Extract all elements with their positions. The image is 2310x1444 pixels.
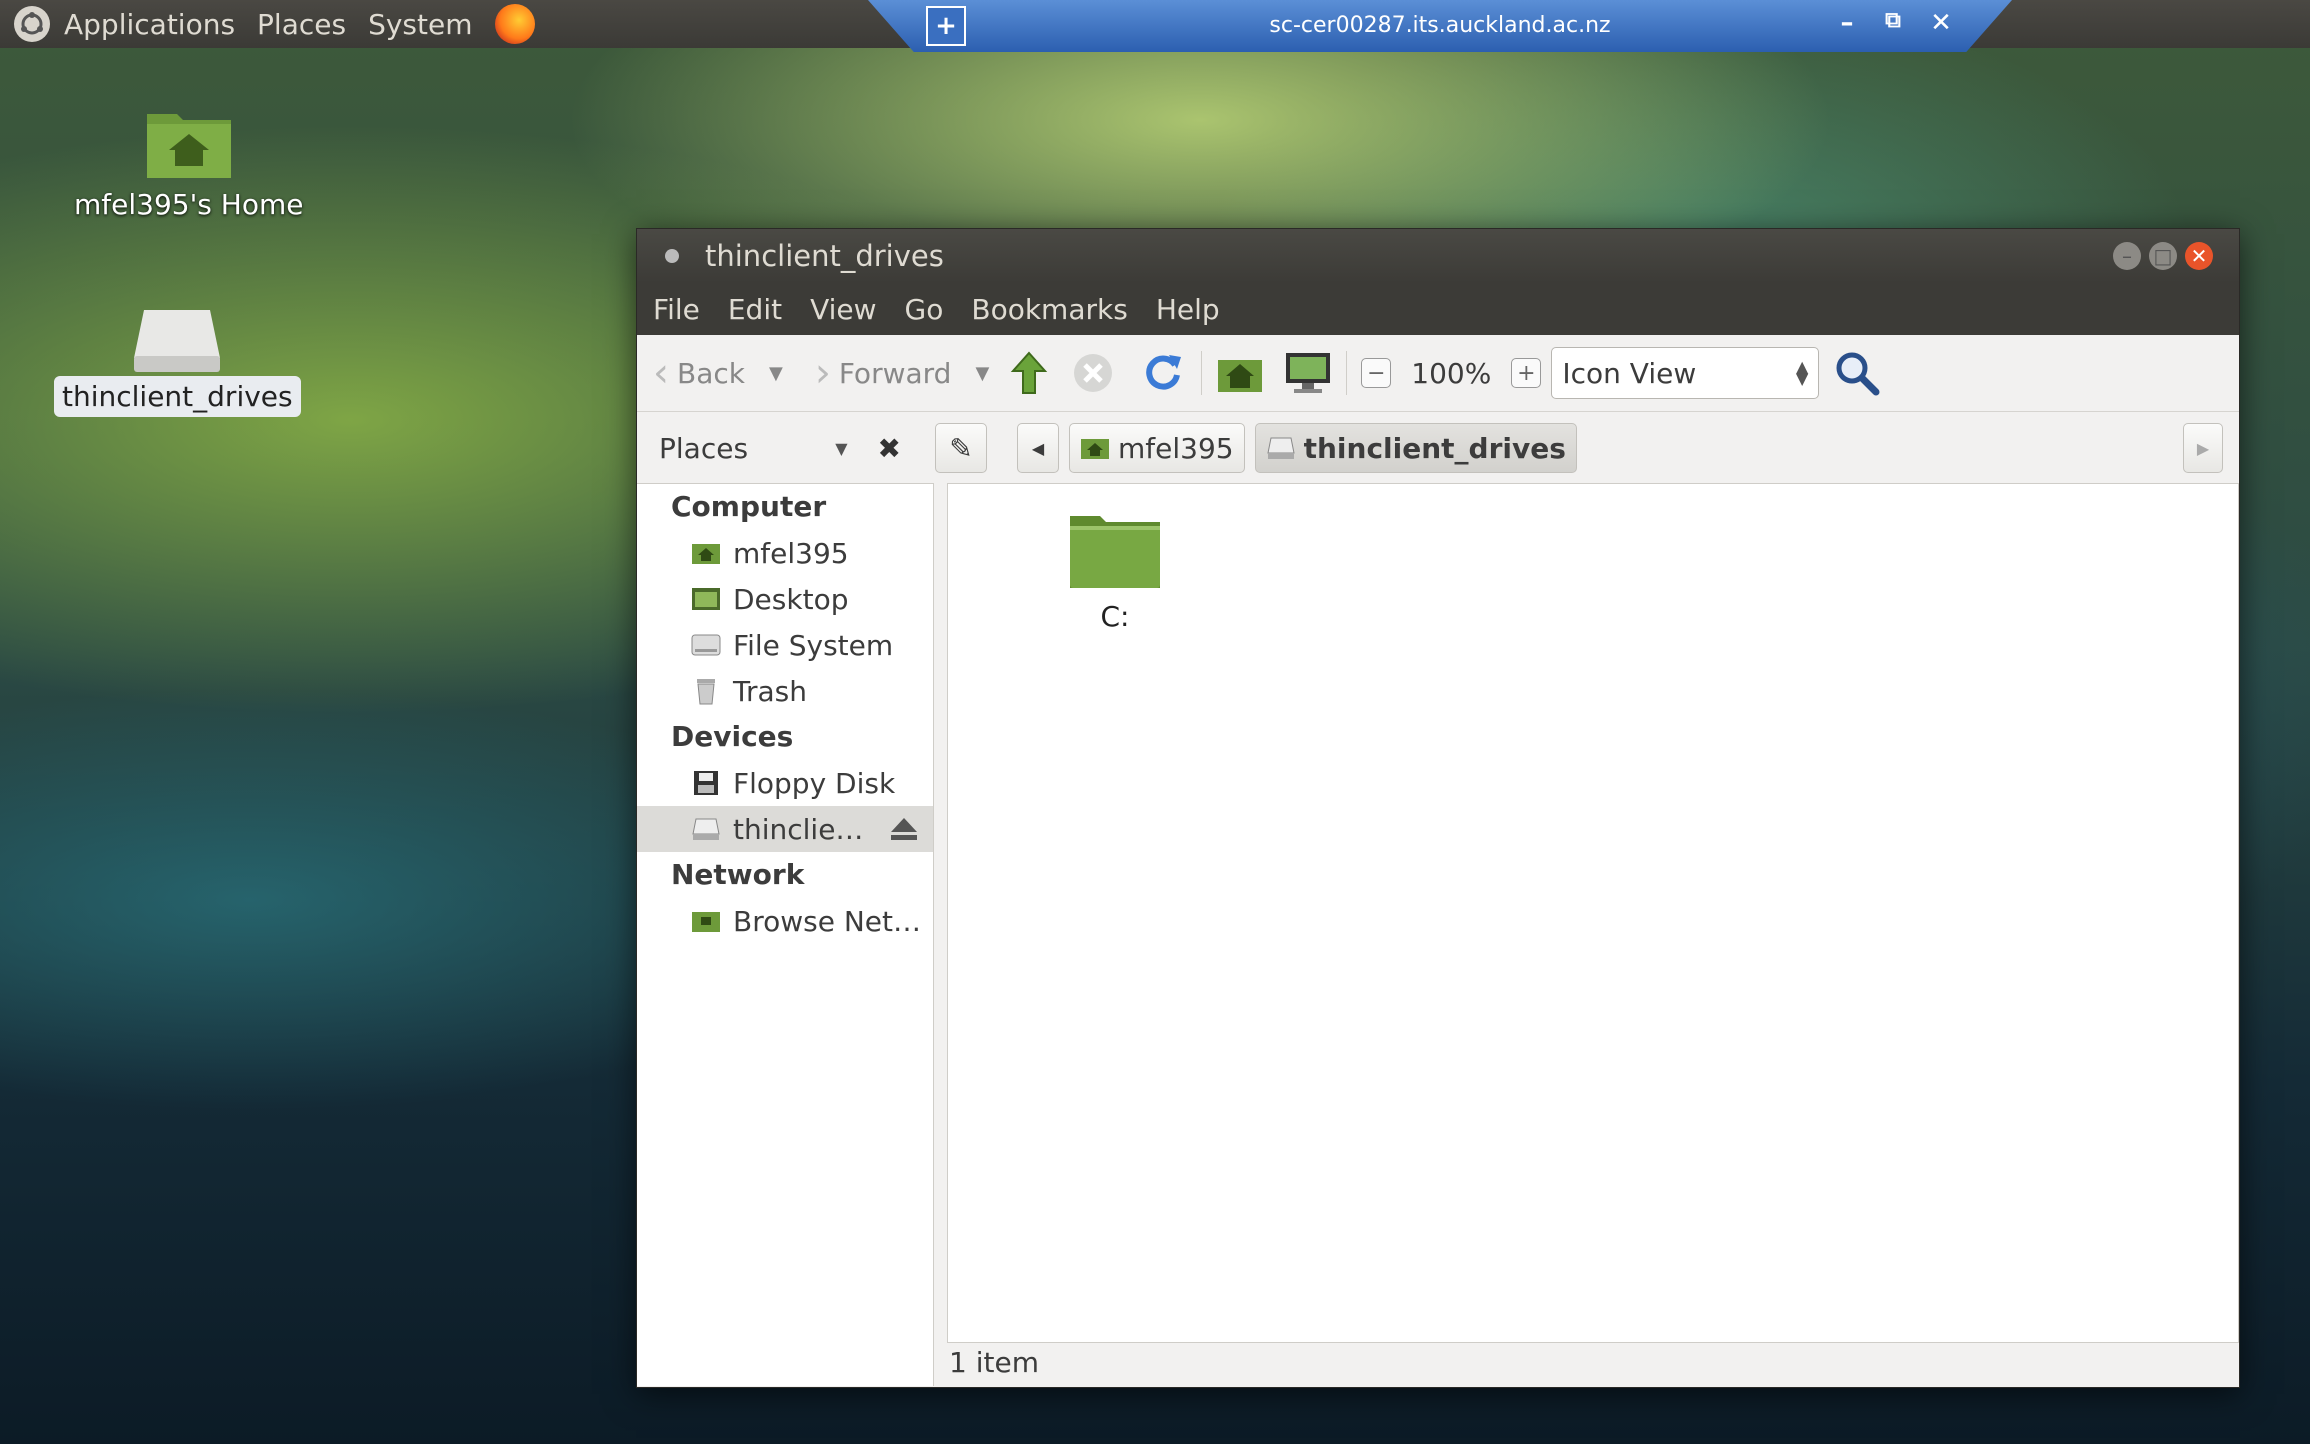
- sidebar-item-label: thinclie…: [733, 812, 864, 846]
- desktop-home-icon[interactable]: mfel395's Home: [66, 104, 311, 225]
- sidebar-header: Places ▼ ✖: [637, 432, 917, 465]
- window-titlebar[interactable]: thinclient_drives – □ ✕: [637, 229, 2239, 283]
- close-sidebar-icon[interactable]: ✖: [878, 432, 901, 465]
- sidebar-item-floppy[interactable]: Floppy Disk: [637, 760, 933, 806]
- desktop-drive-label: thinclient_drives: [54, 376, 301, 417]
- spinner-icon: ▲ ▼: [1796, 357, 1809, 388]
- menubar: File Edit View Go Bookmarks Help: [637, 283, 2239, 335]
- back-label: Back: [677, 356, 745, 390]
- applications-menu[interactable]: Applications: [64, 8, 235, 41]
- firefox-icon[interactable]: [494, 4, 535, 44]
- chevron-right-icon: ›: [814, 350, 831, 396]
- menu-file[interactable]: File: [653, 293, 700, 326]
- close-icon[interactable]: ✕: [1926, 8, 1956, 38]
- sidebar-item-thinclient[interactable]: thinclie…: [637, 806, 933, 852]
- separator: [1346, 351, 1348, 395]
- breadcrumb-label: thinclient_drives: [1303, 431, 1566, 465]
- rdp-connection-bar: + sc-cer00287.its.auckland.ac.nz – ⧉ ✕: [868, 0, 2012, 52]
- back-dropdown-icon[interactable]: ▼: [769, 363, 783, 384]
- menu-edit[interactable]: Edit: [728, 293, 782, 326]
- status-bar: 1 item: [949, 1346, 1039, 1379]
- computer-icon[interactable]: [1284, 349, 1332, 397]
- breadcrumb-left-icon[interactable]: ◀: [1017, 423, 1059, 473]
- separator: [1201, 351, 1203, 395]
- sidebar-item-desktop[interactable]: Desktop: [637, 576, 933, 622]
- minimize-icon[interactable]: –: [1832, 8, 1862, 38]
- stop-icon[interactable]: [1069, 349, 1117, 397]
- menu-view[interactable]: View: [810, 293, 876, 326]
- sidebar-item-trash[interactable]: Trash: [637, 668, 933, 714]
- trash-icon: [691, 677, 721, 705]
- menu-help[interactable]: Help: [1156, 293, 1220, 326]
- places-sidebar: Computer mfel395 Desktop File System Tra…: [637, 483, 934, 1386]
- breadcrumb-mfel395[interactable]: mfel395: [1069, 423, 1245, 473]
- drive-icon: [1266, 437, 1295, 459]
- drive-icon: [691, 815, 721, 843]
- zoom-out-icon[interactable]: −: [1361, 358, 1392, 388]
- sidebar-item-label: Browse Net…: [733, 904, 922, 938]
- view-mode-value: Icon View: [1562, 356, 1697, 390]
- floppy-icon: [691, 769, 721, 797]
- menu-go[interactable]: Go: [905, 293, 944, 326]
- zoom-in-icon[interactable]: +: [1511, 358, 1542, 388]
- sidebar-section-network: Network: [671, 858, 805, 891]
- menu-bookmarks[interactable]: Bookmarks: [971, 293, 1127, 326]
- sidebar-item-label: Floppy Disk: [733, 766, 896, 800]
- forward-dropdown-icon[interactable]: ▼: [975, 363, 989, 384]
- system-menu[interactable]: System: [368, 8, 472, 41]
- window-menu-icon[interactable]: [665, 249, 679, 263]
- reload-icon[interactable]: [1139, 349, 1187, 397]
- forward-button[interactable]: › Forward ▼: [799, 350, 989, 396]
- close-icon[interactable]: ✕: [2185, 242, 2213, 270]
- location-bar: Places ▼ ✖ ✎ ◀ mfel395 thinclient_drives…: [637, 412, 2239, 484]
- sidebar-item-home[interactable]: mfel395: [637, 530, 933, 576]
- search-icon[interactable]: [1833, 349, 1881, 397]
- sidebar-item-browse-network[interactable]: Browse Net…: [637, 898, 933, 944]
- minimize-icon[interactable]: –: [2113, 242, 2141, 270]
- sidebar-item-label: Trash: [733, 674, 807, 708]
- desktop-home-label: mfel395's Home: [74, 188, 304, 221]
- file-item[interactable]: C:: [1068, 510, 1162, 633]
- breadcrumb-thinclient-drives[interactable]: thinclient_drives: [1254, 423, 1577, 473]
- view-mode-select[interactable]: Icon View ▲ ▼: [1551, 347, 1820, 399]
- back-button[interactable]: ‹ Back ▼: [637, 350, 783, 396]
- sidebar-type-label: Places: [659, 431, 749, 465]
- sidebar-item-filesystem[interactable]: File System: [637, 622, 933, 668]
- restore-icon[interactable]: ⧉: [1878, 8, 1908, 33]
- folder-icon: [1070, 516, 1160, 588]
- harddisk-icon: [691, 631, 721, 659]
- network-folder-icon: [691, 907, 721, 935]
- sidebar-item-label: Desktop: [733, 582, 849, 616]
- home-folder-icon: [691, 539, 721, 567]
- sidebar-item-label: mfel395: [733, 536, 849, 570]
- window-title: thinclient_drives: [705, 239, 944, 273]
- sidebar-item-label: File System: [733, 628, 894, 662]
- breadcrumb-label: mfel395: [1118, 431, 1234, 465]
- chevron-left-icon: ‹: [653, 350, 669, 396]
- home-icon[interactable]: [1216, 349, 1264, 397]
- sidebar-type-dropdown-icon[interactable]: ▼: [835, 439, 847, 458]
- zoom-level: 100%: [1411, 356, 1492, 390]
- edit-location-icon[interactable]: ✎: [935, 423, 987, 473]
- forward-label: Forward: [838, 356, 952, 390]
- sidebar-section-devices: Devices: [671, 720, 794, 753]
- desktop-icon: [691, 585, 721, 613]
- places-menu[interactable]: Places: [257, 8, 346, 41]
- desktop-drive-icon[interactable]: thinclient_drives: [54, 304, 301, 417]
- file-manager-window: thinclient_drives – □ ✕ File Edit View G…: [636, 228, 2240, 1388]
- file-name: C:: [1100, 600, 1130, 633]
- file-view[interactable]: C:: [947, 483, 2239, 1343]
- toolbar: ‹ Back ▼ › Forward ▼ − 100% + Icon View …: [637, 335, 2239, 412]
- home-folder-icon: [146, 114, 231, 178]
- ubuntu-logo-icon[interactable]: [14, 6, 50, 42]
- sidebar-section-computer: Computer: [671, 490, 827, 523]
- up-arrow-icon[interactable]: [1005, 349, 1053, 397]
- eject-icon[interactable]: [889, 816, 919, 849]
- home-folder-icon: [1081, 439, 1109, 459]
- drive-icon: [134, 310, 221, 372]
- maximize-icon[interactable]: □: [2149, 242, 2177, 270]
- breadcrumb-right-icon[interactable]: ▶: [2183, 423, 2223, 473]
